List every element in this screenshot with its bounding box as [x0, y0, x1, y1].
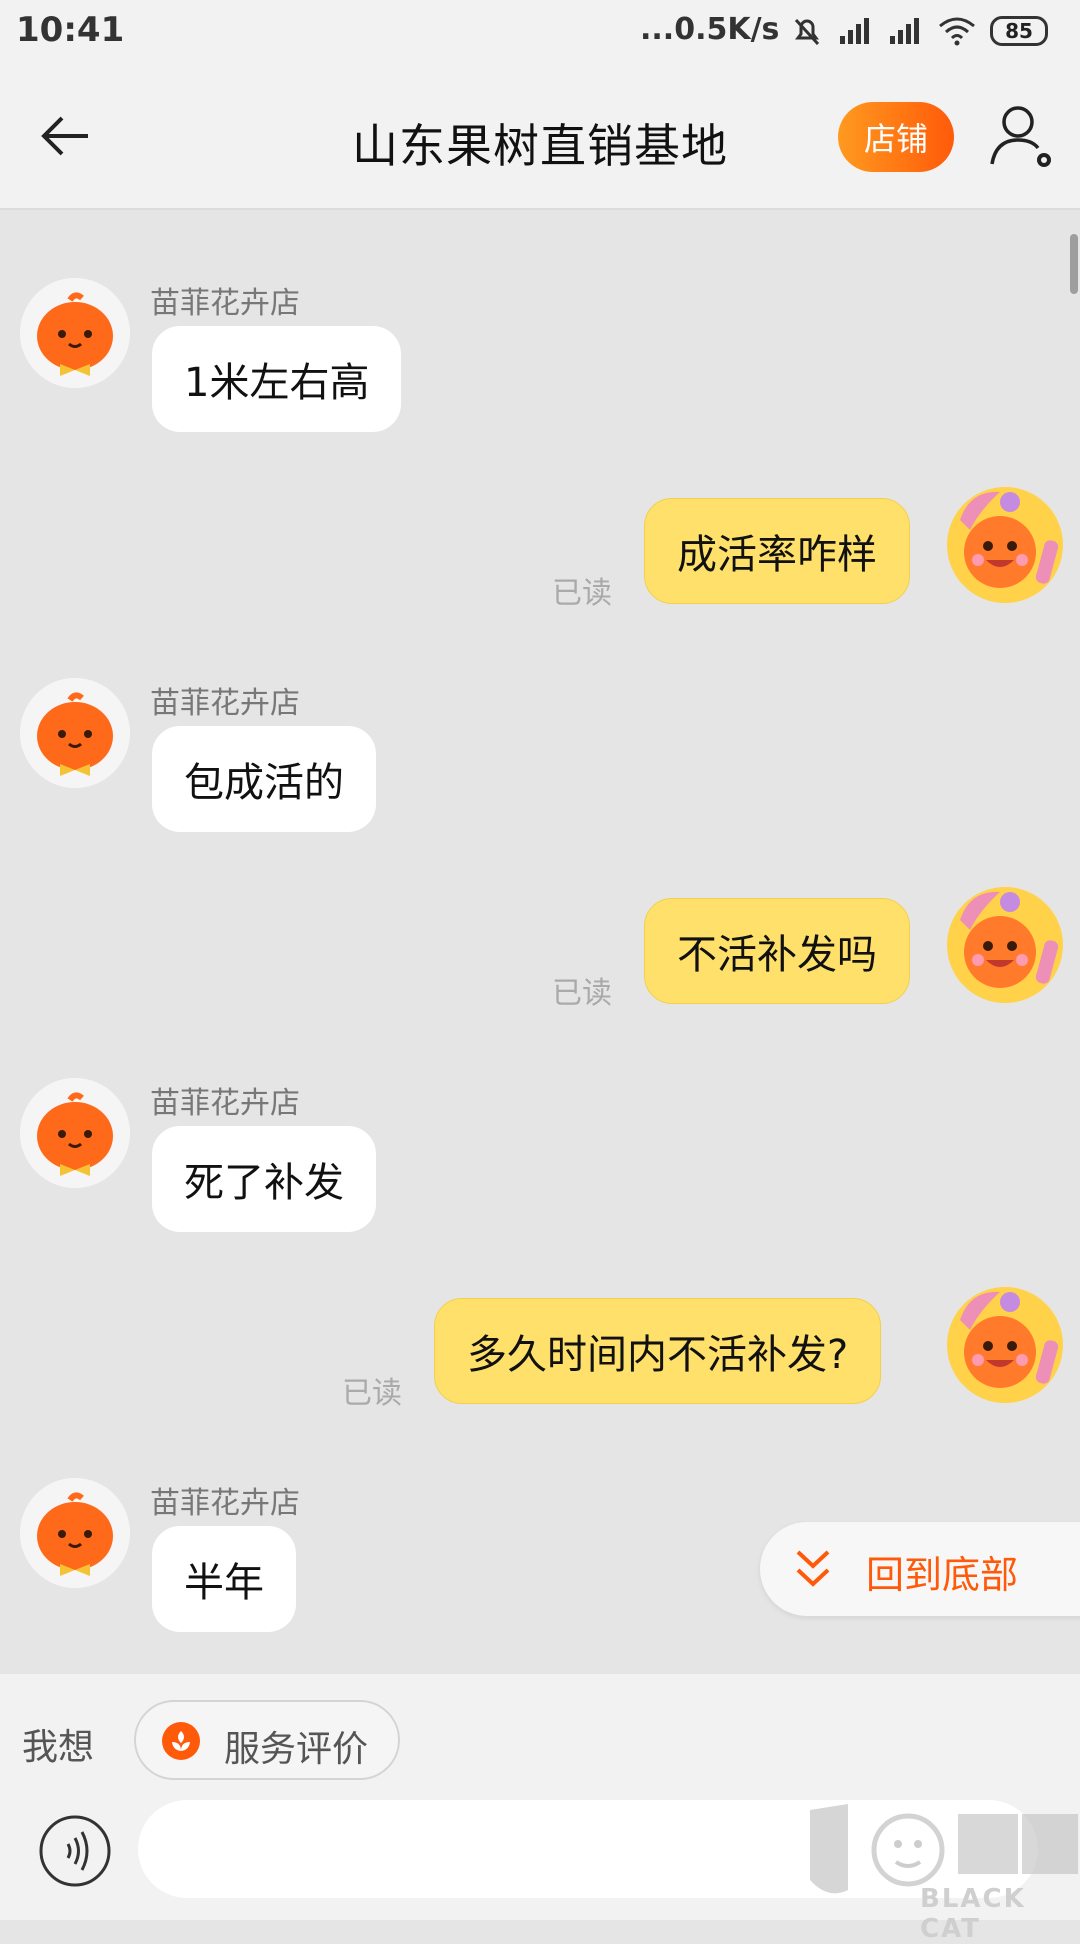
message-bubble[interactable]: 包成活的 [152, 726, 376, 832]
read-status: 已读 [552, 576, 612, 611]
shop-avatar[interactable] [20, 1478, 130, 1588]
voice-icon[interactable] [38, 1814, 112, 1888]
status-icons: 85 [790, 14, 1048, 48]
message-bubble[interactable]: 半年 [152, 1526, 296, 1632]
message-bubble[interactable]: 多久时间内不活补发? [434, 1298, 882, 1404]
message-bubble[interactable]: 死了补发 [152, 1126, 376, 1232]
scrollbar[interactable] [1070, 234, 1078, 294]
signal-icon-1 [840, 18, 869, 44]
wifi-icon [939, 17, 975, 46]
watermark-text: BLACK CAT [920, 1884, 1026, 1944]
service-review-chip[interactable]: 服务评价 [134, 1700, 400, 1780]
sender-name: 苗菲花卉店 [150, 686, 300, 721]
sender-name: 苗菲花卉店 [150, 286, 300, 321]
back-to-bottom-label: 回到底部 [866, 1553, 1019, 1597]
double-chevron-down-icon [796, 1550, 830, 1587]
network-speed: ...0.5K/s [640, 12, 780, 47]
read-status: 已读 [342, 1376, 402, 1411]
shop-avatar[interactable] [20, 1078, 130, 1188]
sender-name: 苗菲花卉店 [150, 1086, 300, 1121]
mute-bell-icon [794, 18, 820, 46]
user-avatar[interactable] [940, 880, 1070, 1010]
battery-indicator: 85 [990, 16, 1048, 46]
chat-header: 山东果树直销基地 店铺 [0, 66, 1080, 210]
user-avatar[interactable] [940, 480, 1070, 610]
signal-icon-2 [890, 18, 919, 44]
want-label: 我想 [22, 1727, 95, 1768]
sender-name: 苗菲花卉店 [150, 1486, 300, 1521]
back-to-bottom-button[interactable]: 回到底部 [760, 1522, 1080, 1616]
service-review-label: 服务评价 [224, 1729, 369, 1770]
status-bar: 10:41 ...0.5K/s 85 [0, 0, 1080, 66]
message-bubble[interactable]: 不活补发吗 [644, 898, 910, 1004]
service-flower-icon [162, 1722, 200, 1760]
user-avatar[interactable] [940, 1280, 1070, 1410]
shop-avatar[interactable] [20, 278, 130, 388]
shop-avatar[interactable] [20, 678, 130, 788]
read-status: 已读 [552, 976, 612, 1011]
message-bubble[interactable]: 成活率咋样 [644, 498, 910, 604]
message-bubble[interactable]: 1米左右高 [152, 326, 402, 432]
profile-settings-icon[interactable] [988, 102, 1056, 172]
status-time: 10:41 [16, 10, 125, 50]
shop-button[interactable]: 店铺 [838, 102, 954, 172]
